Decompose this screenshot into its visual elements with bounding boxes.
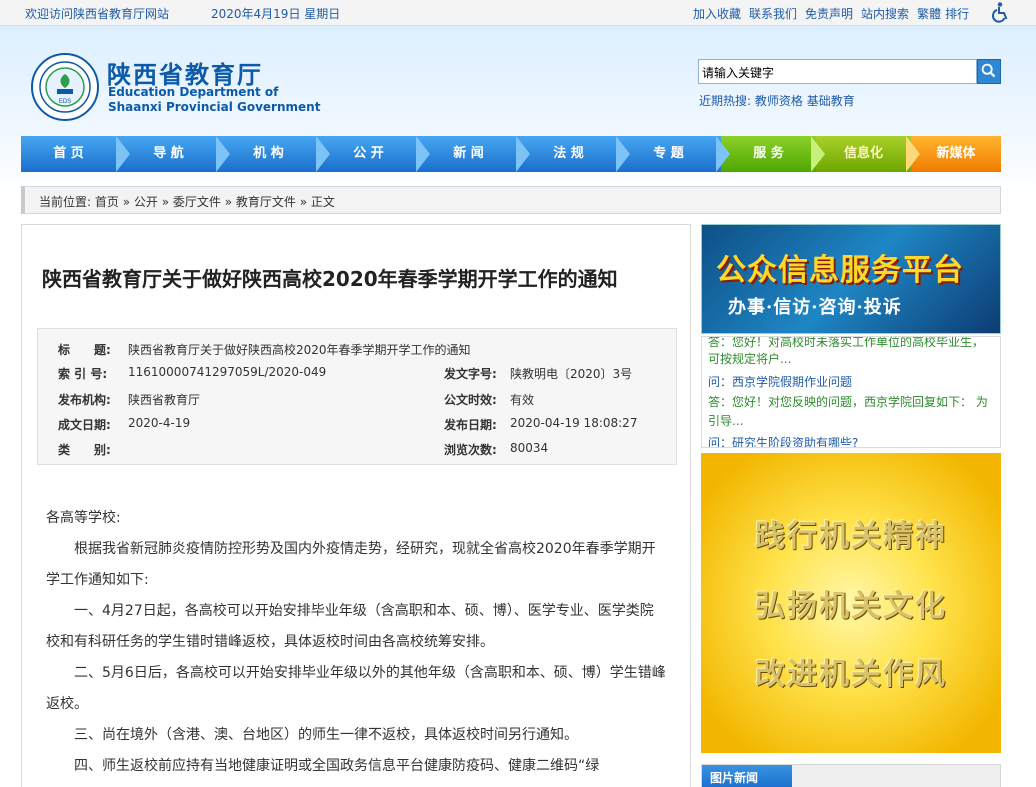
- qa-list: 答：您好！对高校时未落实工作单位的高校毕业生， 可按规定将户... 问：西京学院…: [701, 336, 1001, 448]
- agency-spirit-banner[interactable]: 践行机关精神 弘扬机关文化 改进机关作风: [701, 453, 1001, 753]
- banner-title: 公众信息服务平台: [716, 253, 964, 288]
- slogan-text: 弘扬机关文化: [755, 589, 947, 624]
- meta-validity-label: 公文时效:: [444, 393, 497, 407]
- logo-center-text: EDS: [59, 99, 71, 105]
- meta-created-label: 成文日期:: [58, 418, 111, 432]
- welcome-text: 欢迎访问陕西省教育厅网站: [25, 7, 170, 21]
- meta-publisher-label: 发布机构:: [58, 393, 111, 407]
- meta-publisher-value: 陕西省教育厅: [128, 393, 201, 407]
- qa-answer[interactable]: 可按规定将户...: [708, 351, 791, 368]
- nav-topics[interactable]: 专 题: [621, 136, 716, 172]
- nav-separator: [516, 136, 530, 172]
- meta-docno-value: 陕教明电〔2020〕3号: [510, 367, 633, 381]
- nav-separator: [616, 136, 630, 172]
- meta-validity-value: 有效: [510, 393, 535, 407]
- nav-separator: [116, 136, 130, 172]
- hot-search: 近期热搜: 教师资格 基础教育: [699, 92, 855, 109]
- link-ranking[interactable]: 排行: [945, 7, 969, 21]
- search-button[interactable]: [977, 59, 1001, 84]
- nav-separator: [811, 136, 825, 172]
- nav-informatization[interactable]: 信息化: [816, 136, 911, 172]
- top-bar: 欢迎访问陕西省教育厅网站 2020年4月19日 星期日 加入收藏 联系我们 免责声明…: [0, 0, 1036, 26]
- qa-answer[interactable]: 答：您好！对高校时未落实工作单位的高校毕业生，: [708, 337, 984, 351]
- meta-published-value: 2020-04-19 18:08:27: [510, 416, 638, 430]
- article-body: 各高等学校: 根据我省新冠肺炎疫情防控形势及国内外疫情走势，经研究，现就全省高校…: [46, 503, 666, 782]
- breadcrumb-sep: »: [118, 195, 134, 209]
- link-add-favorite[interactable]: 加入收藏: [693, 7, 741, 21]
- meta-views-label: 浏览次数:: [444, 443, 497, 457]
- breadcrumb-sep: »: [295, 195, 311, 209]
- education-department-logo[interactable]: EDS: [27, 52, 103, 122]
- qa-answer[interactable]: 引导...: [708, 413, 743, 430]
- breadcrumb-sep: »: [220, 195, 236, 209]
- nav-new-media[interactable]: 新媒体: [911, 136, 1001, 172]
- nav-institutions[interactable]: 机 构: [221, 136, 316, 172]
- public-service-platform-banner[interactable]: 公众信息服务平台 办事·信访·咨询·投诉: [701, 224, 1001, 334]
- hot-word[interactable]: 教师资格: [755, 94, 803, 108]
- nav-regulations[interactable]: 法 规: [521, 136, 616, 172]
- article-meta-table: 标 题: 陕西省教育厅关于做好陕西高校2020年春季学期开学工作的通知 索 引 …: [37, 328, 677, 465]
- article-paragraph: 根据我省新冠肺炎疫情防控形势及国内外疫情走势，经研究，现就全省高校2020年春季…: [46, 541, 656, 588]
- nav-separator: [906, 136, 920, 172]
- meta-title-label: 标 题:: [58, 343, 111, 357]
- nav-separator: [716, 136, 730, 172]
- nav-news[interactable]: 新 闻: [421, 136, 516, 172]
- picture-news-tab[interactable]: 图片新闻: [702, 765, 792, 787]
- article-panel: 陕西省教育厅关于做好陕西高校2020年春季学期开学工作的通知 标 题: 陕西省教…: [21, 224, 691, 787]
- slogan-text: 践行机关精神: [755, 519, 947, 554]
- meta-docno-label: 发文字号:: [444, 367, 497, 381]
- link-disclaimer[interactable]: 免责声明: [805, 7, 853, 21]
- nav-separator: [416, 136, 430, 172]
- meta-index-value: 11610000741297059L/2020-049: [128, 365, 327, 379]
- article-paragraph: 四、师生返校前应持有当地健康证明或全国政务信息平台健康防疫码、健康二维码“绿: [74, 758, 600, 774]
- meta-views-value: 80034: [510, 441, 549, 455]
- qa-answer[interactable]: 答：您好！对您反映的问题，西京学院回复如下： 为: [708, 394, 988, 411]
- meta-title-value: 陕西省教育厅关于做好陕西高校2020年春季学期开学工作的通知: [128, 343, 471, 357]
- banner-subtitle: 办事·信访·咨询·投诉: [728, 297, 902, 318]
- breadcrumb-current: 正文: [310, 195, 335, 209]
- date-text: 2020年4月19日 星期日: [211, 7, 341, 21]
- breadcrumb: 当前位置: 首页 » 公开 » 委厅文件 » 教育厅文件 » 正文: [21, 186, 1001, 214]
- breadcrumb-item[interactable]: 教育厅文件: [236, 195, 296, 209]
- site-subtitle-line2: Shaanxi Provincial Government: [108, 100, 321, 114]
- link-site-search[interactable]: 站内搜索: [861, 7, 909, 21]
- qa-question[interactable]: 问：研究生阶段资助有哪些?: [708, 435, 858, 447]
- nav-services[interactable]: 服 务: [721, 136, 816, 172]
- qa-question[interactable]: 问：西京学院假期作业问题: [708, 374, 852, 391]
- breadcrumb-prefix: 当前位置:: [39, 195, 95, 209]
- nav-separator: [216, 136, 230, 172]
- nav-separator: [316, 136, 330, 172]
- hot-search-label: 近期热搜:: [699, 94, 752, 108]
- meta-index-label: 索 引 号:: [58, 367, 108, 381]
- article-paragraph: 各高等学校:: [46, 510, 121, 526]
- link-contact[interactable]: 联系我们: [749, 7, 797, 21]
- article-paragraph: 三、尚在境外（含港、澳、台地区）的师生一律不返校，具体返校时间另行通知。: [74, 727, 578, 743]
- search-input[interactable]: 请输入关键字: [698, 59, 977, 84]
- main-nav: 首 页 导 航 机 构 公 开 新 闻 法 规 专 题 服 务 信息化 新媒体: [21, 136, 1001, 172]
- breadcrumb-sep: »: [157, 195, 173, 209]
- breadcrumb-item[interactable]: 委厅文件: [173, 195, 221, 209]
- article-paragraph: 一、4月27日起，各高校可以开始安排毕业年级（含高职和本、硕、博）、医学专业、医…: [46, 603, 654, 650]
- link-traditional[interactable]: 繁體: [917, 7, 941, 21]
- nav-home[interactable]: 首 页: [21, 136, 116, 172]
- site-subtitle-line1: Education Department of: [108, 85, 279, 99]
- top-links: 加入收藏 联系我们 免责声明 站内搜索 繁體 排行: [693, 5, 977, 22]
- search-icon: [981, 63, 996, 78]
- meta-published-label: 发布日期:: [444, 418, 497, 432]
- meta-category-label: 类 别:: [58, 443, 111, 457]
- nav-public[interactable]: 公 开: [321, 136, 416, 172]
- nav-guide[interactable]: 导 航: [121, 136, 216, 172]
- accessibility-icon[interactable]: [990, 1, 1012, 23]
- slogan-text: 改进机关作风: [755, 657, 947, 692]
- meta-created-value: 2020-4-19: [128, 416, 191, 430]
- picture-news-header: 图片新闻: [701, 764, 1001, 787]
- breadcrumb-item[interactable]: 公开: [134, 195, 158, 209]
- hot-word[interactable]: 基础教育: [807, 94, 855, 108]
- article-paragraph: 二、5月6日后，各高校可以开始安排毕业年级以外的其他年级（含高职和本、硕、博）学…: [46, 665, 666, 712]
- breadcrumb-item[interactable]: 首页: [95, 195, 119, 209]
- article-title: 陕西省教育厅关于做好陕西高校2020年春季学期开学工作的通知: [42, 267, 618, 291]
